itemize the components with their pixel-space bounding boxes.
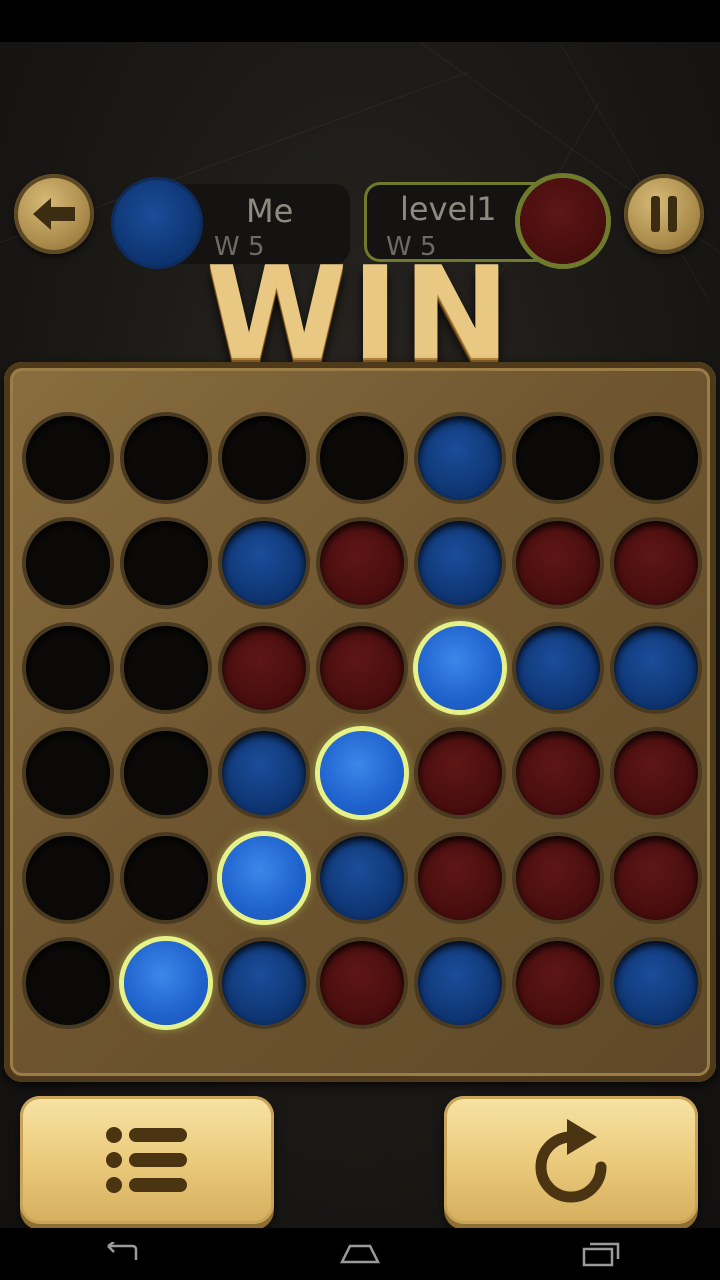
board-chip-red[interactable] xyxy=(614,731,698,815)
board-chip-red[interactable] xyxy=(418,731,502,815)
board-chip-red[interactable] xyxy=(614,836,698,920)
board-chip-blue-win[interactable] xyxy=(320,731,404,815)
board-chip-blue[interactable] xyxy=(320,836,404,920)
board-chip-red[interactable] xyxy=(222,626,306,710)
board-slot-empty[interactable] xyxy=(26,521,110,605)
game-board xyxy=(4,362,716,1082)
board-slot-empty[interactable] xyxy=(614,416,698,500)
arrow-left-icon xyxy=(33,198,75,230)
board-chip-blue[interactable] xyxy=(222,521,306,605)
board-chip-blue-win[interactable] xyxy=(124,941,208,1025)
player-opponent-name: level1 xyxy=(400,190,497,228)
system-nav-bar xyxy=(0,1228,720,1280)
nav-recents-icon xyxy=(582,1242,620,1267)
pause-icon xyxy=(651,196,677,232)
restart-button[interactable] xyxy=(444,1096,698,1224)
board-chip-blue-win[interactable] xyxy=(418,626,502,710)
board-slot-empty[interactable] xyxy=(124,521,208,605)
menu-button[interactable] xyxy=(20,1096,274,1224)
board-chip-blue[interactable] xyxy=(222,941,306,1025)
board-chip-red[interactable] xyxy=(320,626,404,710)
nav-back-icon xyxy=(107,1242,138,1260)
board-slot-empty[interactable] xyxy=(26,416,110,500)
board-chip-blue[interactable] xyxy=(614,941,698,1025)
nav-recents-button[interactable] xyxy=(560,1228,640,1280)
board-chip-blue[interactable] xyxy=(418,521,502,605)
board-chip-red[interactable] xyxy=(516,941,600,1025)
board-slot-empty[interactable] xyxy=(124,626,208,710)
board-chip-red[interactable] xyxy=(320,941,404,1025)
restart-icon xyxy=(535,1119,607,1203)
board-slot-empty[interactable] xyxy=(26,626,110,710)
board-chip-red[interactable] xyxy=(418,836,502,920)
board-slot-empty[interactable] xyxy=(26,836,110,920)
board-chip-blue[interactable] xyxy=(516,626,600,710)
board-slot-empty[interactable] xyxy=(222,416,306,500)
board-slot-empty[interactable] xyxy=(516,416,600,500)
player-me-name: Me xyxy=(246,192,294,230)
board-chip-red[interactable] xyxy=(320,521,404,605)
board-slot-empty[interactable] xyxy=(26,731,110,815)
board-slot-empty[interactable] xyxy=(124,731,208,815)
board-slot-empty[interactable] xyxy=(124,836,208,920)
board-chip-blue[interactable] xyxy=(418,941,502,1025)
board-slot-empty[interactable] xyxy=(124,416,208,500)
board-slot-empty[interactable] xyxy=(26,941,110,1025)
nav-home-icon xyxy=(339,1244,381,1264)
board-chip-blue[interactable] xyxy=(418,416,502,500)
board-chip-blue[interactable] xyxy=(222,731,306,815)
board-chip-red[interactable] xyxy=(516,521,600,605)
board-chip-red[interactable] xyxy=(516,731,600,815)
board-chip-red[interactable] xyxy=(614,521,698,605)
board-chip-red[interactable] xyxy=(516,836,600,920)
list-menu-icon xyxy=(106,1127,187,1193)
status-bar xyxy=(0,0,720,42)
board-chip-blue-win[interactable] xyxy=(222,836,306,920)
board-chip-blue[interactable] xyxy=(614,626,698,710)
nav-back-button[interactable] xyxy=(80,1228,160,1280)
board-slot-empty[interactable] xyxy=(320,416,404,500)
nav-home-button[interactable] xyxy=(320,1228,400,1280)
